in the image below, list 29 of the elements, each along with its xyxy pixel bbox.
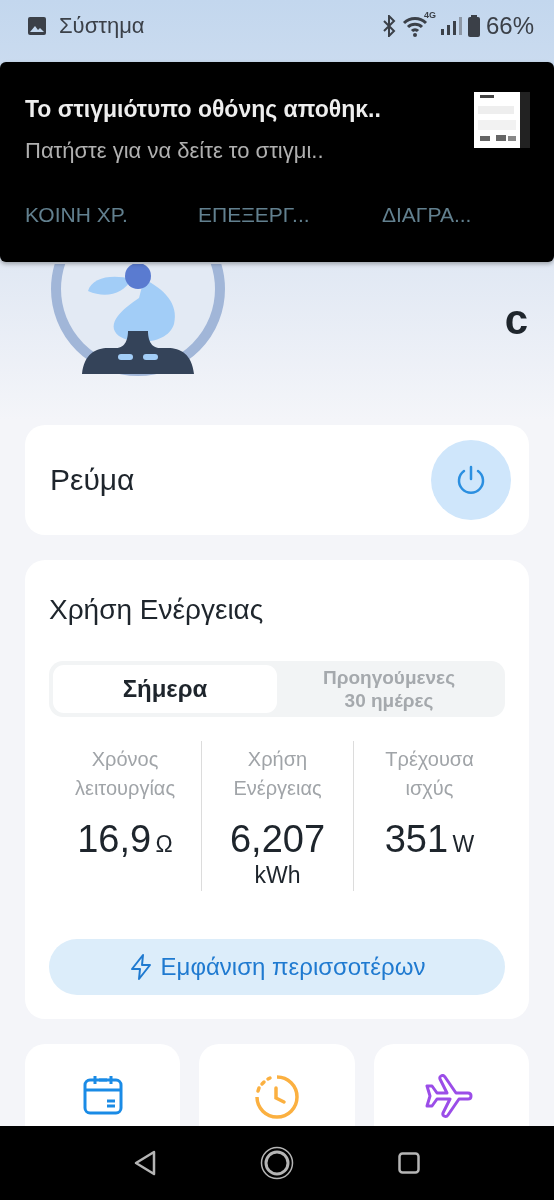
- device-name: c: [503, 295, 528, 345]
- stat-value: 6,207 kWh: [228, 817, 327, 889]
- app-label: Σύστημα: [59, 13, 145, 39]
- home-icon[interactable]: [260, 1146, 294, 1180]
- calendar-icon: [81, 1074, 124, 1116]
- lightning-icon: [128, 953, 153, 981]
- signal-icon: [439, 16, 462, 36]
- stat-label: Χρήση Ενέργειας: [232, 747, 323, 801]
- show-more-button[interactable]: Εμφάνιση περισσοτέρων: [49, 939, 505, 995]
- notification-action[interactable]: ΚΟΙΝΗ ΧΡ.: [25, 203, 128, 227]
- period-tab[interactable]: Σήμερα: [53, 665, 277, 713]
- power-label: Ρεύμα: [50, 463, 135, 497]
- image-icon: [27, 16, 47, 36]
- section-title: Χρήση Ενέργειας: [49, 593, 265, 627]
- notification-action[interactable]: ΕΠΕΞΕΡΓ...: [198, 203, 310, 227]
- notification-action[interactable]: ΔΙΑΓΡΑ...: [382, 203, 472, 227]
- network-label: 4G: [423, 10, 436, 20]
- back-icon[interactable]: [134, 1150, 156, 1176]
- notification-title: Το στιγμιότυπο οθόνης αποθηκ..: [25, 96, 381, 123]
- stat-value: 16,9 Ω: [76, 817, 174, 861]
- stat-label: Τρέχουσα ισχύς: [384, 747, 475, 801]
- clock-icon: [254, 1074, 300, 1120]
- bluetooth-icon: [381, 15, 396, 37]
- battery-percentage: 66%: [485, 12, 534, 40]
- stat-label: Χρόνος λειτουργίας: [73, 747, 177, 801]
- stat-value: 351 W: [383, 817, 476, 861]
- notification-text: Πατήστε για να δείτε το στιγμι..: [25, 138, 324, 164]
- recents-icon[interactable]: [398, 1152, 420, 1174]
- battery-icon: [467, 15, 480, 37]
